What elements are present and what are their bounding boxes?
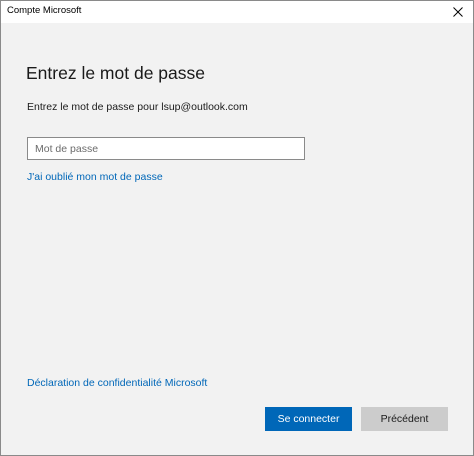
close-button[interactable] [443,1,473,23]
microsoft-account-dialog: Compte Microsoft Entrez le mot de passe … [0,0,474,456]
page-title: Entrez le mot de passe [26,63,205,83]
forgot-password-link[interactable]: J'ai oublié mon mot de passe [27,171,163,183]
dialog-content: Entrez le mot de passe Entrez le mot de … [1,23,473,455]
back-button[interactable]: Précédent [361,407,448,431]
window-title: Compte Microsoft [7,5,82,16]
privacy-statement-link[interactable]: Déclaration de confidentialité Microsoft [27,377,207,389]
password-field[interactable] [27,137,305,160]
close-icon [453,7,463,17]
account-prompt-text: Entrez le mot de passe pour lsup@outlook… [27,101,248,113]
sign-in-button[interactable]: Se connecter [265,407,352,431]
title-bar: Compte Microsoft [1,1,473,23]
